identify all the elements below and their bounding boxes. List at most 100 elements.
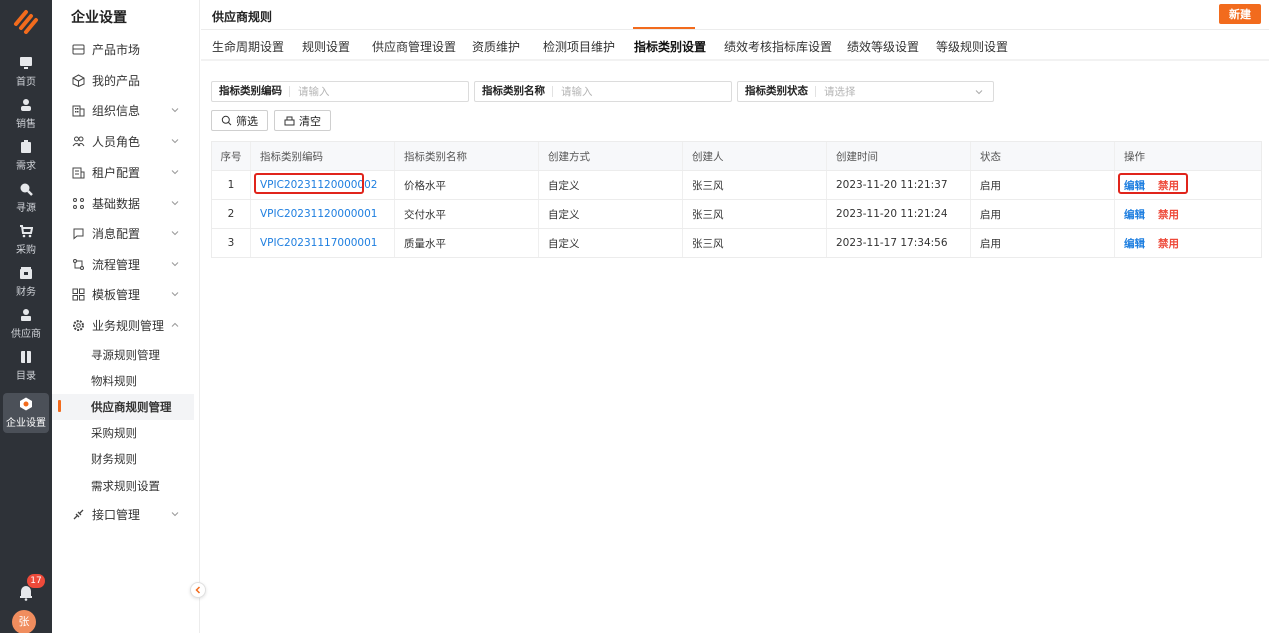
menu-item-org-info[interactable]: 组织信息 xyxy=(52,97,194,123)
category-name: 交付水平 xyxy=(395,200,539,228)
tab-qualification[interactable]: 资质维护 xyxy=(472,38,520,55)
edit-button[interactable]: 编辑 xyxy=(1124,236,1145,251)
menu-item-label: 流程管理 xyxy=(92,257,141,272)
rail-item-purchase[interactable]: 采购 xyxy=(0,224,52,260)
app-rail: 首页 销售 需求 寻源 采购 财务 供应商 目录 企业设置 17 张 xyxy=(0,0,52,633)
book-icon xyxy=(21,351,31,363)
create-time: 2023-11-20 11:21:37 xyxy=(827,171,971,199)
category-name: 价格水平 xyxy=(395,171,539,199)
menu-item-interface-mgmt[interactable]: 接口管理 xyxy=(52,501,194,527)
menu-item-label: 产品市场 xyxy=(92,42,141,57)
market-icon xyxy=(72,44,85,54)
status: 启用 xyxy=(971,171,1115,199)
tab-inspection-items[interactable]: 检测项目维护 xyxy=(543,38,615,55)
column-header: 序号 xyxy=(212,142,251,170)
menu-item-business-rules[interactable]: 业务规则管理 xyxy=(52,312,194,338)
menu-item-template-mgmt[interactable]: 模板管理 xyxy=(52,281,194,307)
tab-rule-settings[interactable]: 规则设置 xyxy=(302,38,350,55)
menu-item-message-config[interactable]: 消息配置 xyxy=(52,220,194,246)
wallet-icon xyxy=(20,267,32,279)
filter-status[interactable]: 指标类别状态 xyxy=(737,81,994,102)
active-indicator xyxy=(58,400,61,412)
sub-item-finance-rules[interactable]: 财务规则 xyxy=(52,446,194,472)
row-index: 2 xyxy=(212,200,251,228)
rail-item-supplier[interactable]: 供应商 xyxy=(0,308,52,344)
app-logo-icon[interactable] xyxy=(12,6,40,34)
menu-item-label: 模板管理 xyxy=(92,287,141,302)
chevron-down-icon xyxy=(171,139,179,144)
notification-badge: 17 xyxy=(27,574,45,588)
users-icon xyxy=(72,136,85,146)
sub-item-sourcing-rules[interactable]: 寻源规则管理 xyxy=(52,342,194,368)
row-index: 3 xyxy=(212,229,251,257)
rail-item-enterprise-settings[interactable]: 企业设置 xyxy=(3,393,49,433)
status: 启用 xyxy=(971,200,1115,228)
rail-item-label: 目录 xyxy=(16,371,36,382)
active-tab-underline xyxy=(633,27,695,29)
tab-grade-rules[interactable]: 等级规则设置 xyxy=(936,38,1008,55)
sub-item-demand-rules[interactable]: 需求规则设置 xyxy=(52,473,194,499)
edit-button[interactable]: 编辑 xyxy=(1124,207,1145,222)
filter-name: 指标类别名称 xyxy=(474,81,732,102)
rail-item-label: 财务 xyxy=(16,287,36,298)
highlight-box-code xyxy=(254,173,364,194)
row-index: 1 xyxy=(212,171,251,199)
menu-item-label: 人员角色 xyxy=(92,134,141,149)
rail-item-label: 寻源 xyxy=(16,203,36,214)
menu-item-my-products[interactable]: 我的产品 xyxy=(52,67,194,93)
column-header: 创建方式 xyxy=(539,142,683,170)
menu-item-process-mgmt[interactable]: 流程管理 xyxy=(52,251,194,277)
menu-item-base-data[interactable]: 基础数据 xyxy=(52,190,194,216)
chevron-down-icon xyxy=(171,201,179,206)
disable-button[interactable]: 禁用 xyxy=(1158,236,1179,251)
column-header: 操作 xyxy=(1124,150,1145,163)
filter-name-input[interactable] xyxy=(553,85,731,98)
clear-button[interactable]: 清空 xyxy=(274,110,331,131)
menu-item-people-roles[interactable]: 人员角色 xyxy=(52,128,194,154)
person-icon xyxy=(21,99,31,111)
rail-item-sales[interactable]: 销售 xyxy=(0,98,52,134)
tab-indicator-category[interactable]: 指标类别设置 xyxy=(634,38,706,55)
rail-item-finance[interactable]: 财务 xyxy=(0,266,52,302)
chevron-down-icon xyxy=(171,262,179,267)
rail-item-demand[interactable]: 需求 xyxy=(0,140,52,176)
disable-button[interactable]: 禁用 xyxy=(1158,207,1179,222)
tab-supplier-mgmt[interactable]: 供应商管理设置 xyxy=(372,38,456,55)
sub-item-material-rules[interactable]: 物料规则 xyxy=(52,368,194,394)
new-button[interactable]: 新建 xyxy=(1219,4,1261,24)
tab-lifecycle[interactable]: 生命周期设置 xyxy=(212,38,284,55)
menu-item-product-market[interactable]: 产品市场 xyxy=(52,36,194,62)
sub-item-purchase-rules[interactable]: 采购规则 xyxy=(52,420,194,446)
filter-code-label: 指标类别编码 xyxy=(212,86,290,97)
create-time: 2023-11-17 17:34:56 xyxy=(827,229,971,257)
table-row: 3 VPIC20231117000001 质量水平 自定义 张三风 2023-1… xyxy=(212,228,1261,257)
category-code-link[interactable]: VPIC20231120000001 xyxy=(260,208,377,220)
menu-title: 企业设置 xyxy=(71,10,127,26)
filter-name-label: 指标类别名称 xyxy=(475,86,553,97)
category-name: 质量水平 xyxy=(395,229,539,257)
create-method: 自定义 xyxy=(539,200,683,228)
category-code-link[interactable]: VPIC20231117000001 xyxy=(260,237,377,249)
rail-item-sourcing[interactable]: 寻源 xyxy=(0,182,52,218)
menu-item-label: 消息配置 xyxy=(92,226,141,241)
rail-item-home[interactable]: 首页 xyxy=(0,56,52,92)
chevron-down-icon xyxy=(171,292,179,297)
filter-button[interactable]: 筛选 xyxy=(211,110,268,131)
rail-item-catalog[interactable]: 目录 xyxy=(0,350,52,386)
tab-performance-library[interactable]: 绩效考核指标库设置 xyxy=(724,38,832,55)
column-header: 状态 xyxy=(971,142,1115,170)
avatar[interactable]: 张 xyxy=(12,610,36,633)
column-header: 指标类别名称 xyxy=(395,142,539,170)
filter-code-input[interactable] xyxy=(290,85,468,98)
rail-item-label: 需求 xyxy=(16,161,36,172)
tab-performance-grade[interactable]: 绩效等级设置 xyxy=(847,38,919,55)
sub-item-supplier-rules[interactable]: 供应商规则管理 xyxy=(52,394,194,420)
monitor-icon xyxy=(20,57,32,69)
create-method: 自定义 xyxy=(539,229,683,257)
collapse-menu-button[interactable] xyxy=(190,582,206,598)
filter-status-select[interactable] xyxy=(816,85,993,98)
menu-item-tenant-config[interactable]: 租户配置 xyxy=(52,159,194,185)
building-icon xyxy=(72,105,85,116)
rail-item-label: 销售 xyxy=(16,119,36,130)
status: 启用 xyxy=(971,229,1115,257)
